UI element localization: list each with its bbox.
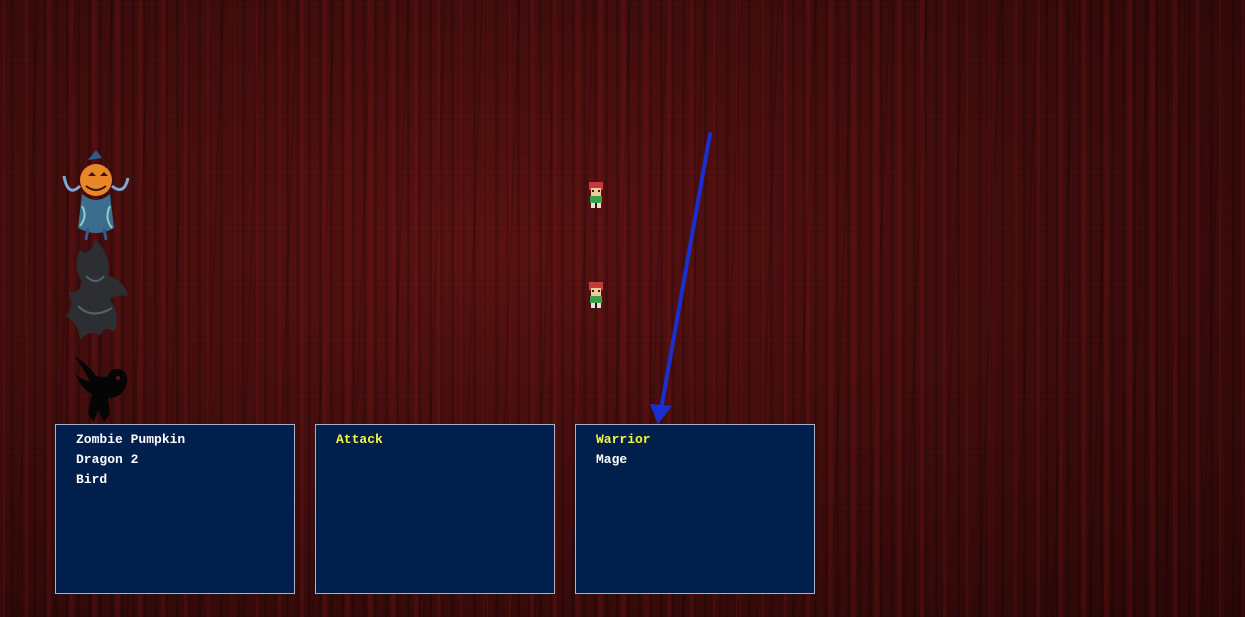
mage-sprite[interactable]	[585, 280, 607, 310]
enemy-list-window: Zombie Pumpkin Dragon 2 Bird	[55, 424, 295, 594]
enemy-item-bird[interactable]: Bird	[56, 470, 294, 490]
party-member-mage[interactable]: Mage	[576, 450, 814, 470]
command-window: Attack	[315, 424, 555, 594]
command-attack[interactable]: Attack	[316, 430, 554, 450]
dragon-sprite[interactable]	[56, 236, 134, 352]
warrior-sprite[interactable]	[585, 180, 607, 210]
party-member-warrior[interactable]: Warrior	[576, 430, 814, 450]
enemy-item-zombie-pumpkin[interactable]: Zombie Pumpkin	[56, 430, 294, 450]
party-window: Warrior Mage	[575, 424, 815, 594]
bird-sprite[interactable]	[68, 352, 134, 424]
zombie-pumpkin-sprite[interactable]	[58, 146, 134, 242]
enemy-item-dragon-2[interactable]: Dragon 2	[56, 450, 294, 470]
